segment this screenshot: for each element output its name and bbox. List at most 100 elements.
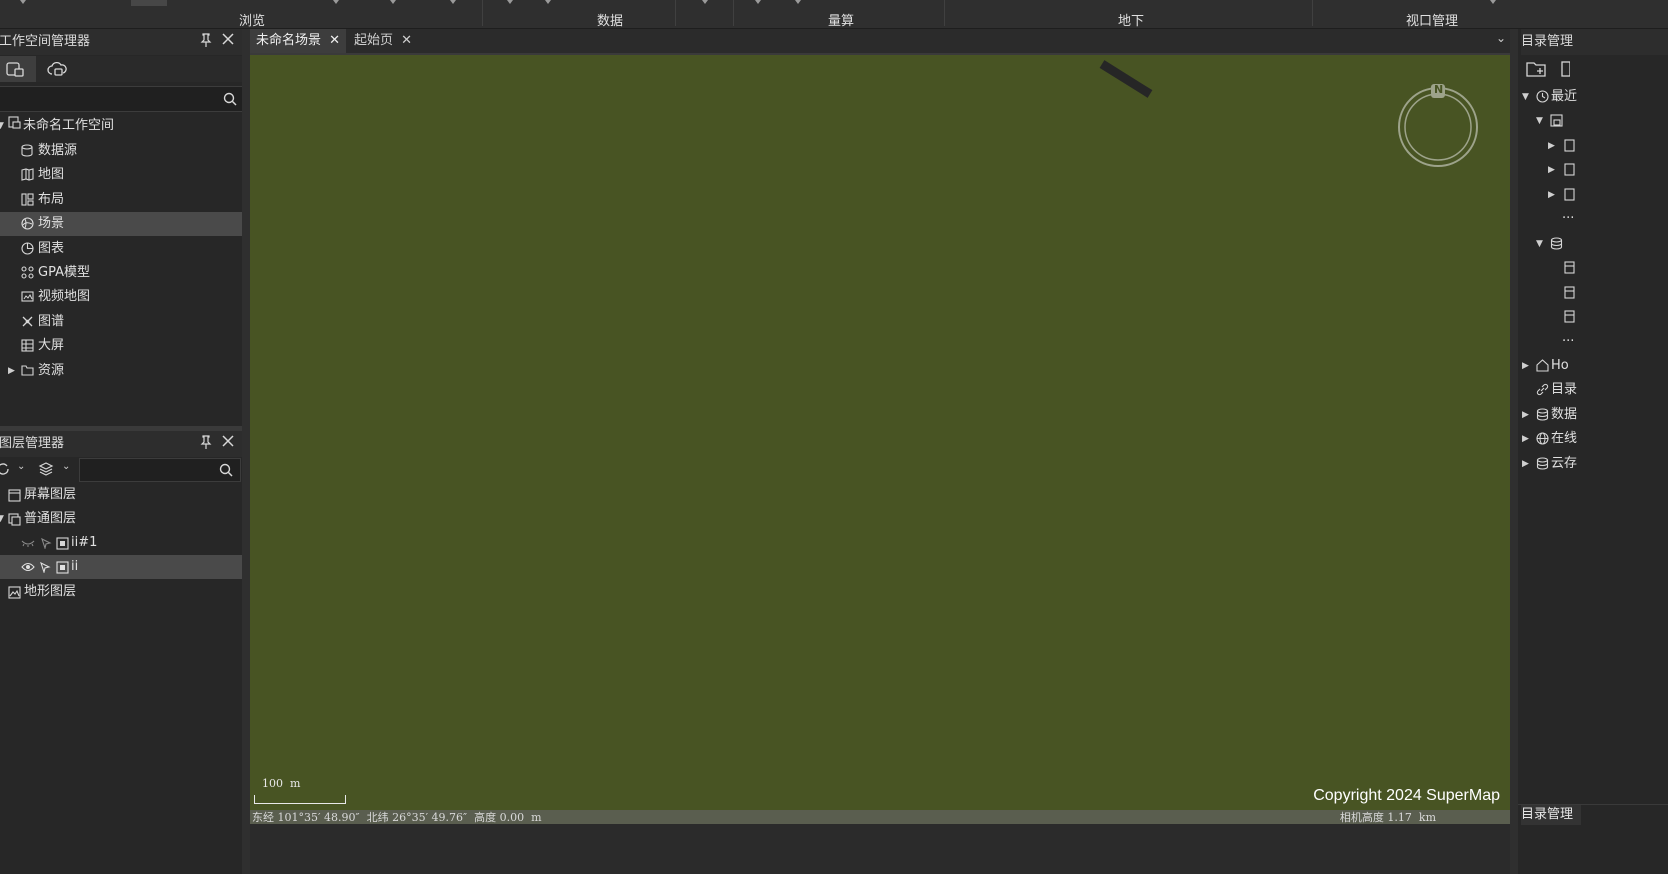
catalog-item[interactable]: ▶ 在线 xyxy=(1518,427,1668,451)
catalog-item[interactable] xyxy=(1518,256,1668,280)
video-map-icon xyxy=(21,290,34,303)
layers-icon[interactable] xyxy=(38,461,54,477)
workspace-search-input[interactable] xyxy=(0,86,243,112)
vertical-splitter[interactable] xyxy=(242,29,250,874)
tab-untitled-scene[interactable]: 未命名场景 ✕ xyxy=(250,29,347,53)
layer-item-terrain[interactable]: 地形图层 xyxy=(0,580,242,604)
scale-bar xyxy=(254,795,346,804)
ribbon-dropdown-arrow[interactable] xyxy=(507,0,513,8)
close-icon[interactable] xyxy=(220,33,236,49)
catalog-item[interactable] xyxy=(1518,305,1668,329)
ribbon-dropdown-arrow[interactable] xyxy=(545,0,551,8)
catalog-item[interactable]: ... xyxy=(1518,207,1668,231)
catalog-item[interactable]: ▶ 数据 xyxy=(1518,403,1668,427)
layer-item-normal[interactable]: ▼ 普通图层 xyxy=(0,507,242,531)
workspace-item[interactable]: GPA模型 xyxy=(0,261,242,285)
search-icon[interactable] xyxy=(223,92,237,106)
catalog-item[interactable]: ... xyxy=(1518,330,1668,354)
chevron-down-icon[interactable]: ⌄ xyxy=(1496,31,1506,45)
expand-arrow-icon[interactable]: ▶ xyxy=(1522,427,1529,451)
scene-model-object[interactable] xyxy=(1098,60,1154,104)
layer-manager-panel: 图层管理器 ⌄ ⌄ 屏幕图层 ▼ 普通图层 ii#1 ii 地形图层 xyxy=(0,431,242,874)
normal-layer-icon xyxy=(8,513,21,526)
pin-icon[interactable] xyxy=(198,435,214,451)
collapse-arrow-icon[interactable]: ▼ xyxy=(1536,232,1543,256)
expand-arrow-icon[interactable]: ▶ xyxy=(8,359,15,383)
eye-hidden-icon[interactable] xyxy=(21,538,35,548)
workspace-tab[interactable] xyxy=(0,56,36,82)
ribbon-dropdown-arrow[interactable] xyxy=(702,0,708,8)
expand-arrow-icon[interactable]: ▶ xyxy=(1548,134,1555,158)
workspace-item[interactable]: 地图 xyxy=(0,163,242,187)
catalog-item[interactable]: ▼ 最近 xyxy=(1518,85,1668,109)
database-icon xyxy=(1550,237,1563,250)
folder-icon xyxy=(21,364,34,377)
selectable-icon[interactable] xyxy=(40,537,52,549)
expand-arrow-icon[interactable]: ▶ xyxy=(1548,183,1555,207)
selectable-icon[interactable] xyxy=(39,561,51,573)
expand-arrow-icon[interactable]: ▶ xyxy=(1522,403,1529,427)
workspace-item[interactable]: 视频地图 xyxy=(0,285,242,309)
catalog-bottom-tab[interactable]: 目录管理 xyxy=(1521,805,1581,825)
tab-start-page[interactable]: 起始页 ✕ xyxy=(348,29,418,53)
workspace-item[interactable]: 大屏 xyxy=(0,334,242,358)
cloud-workspace-tab[interactable] xyxy=(44,56,70,82)
collapse-arrow-icon[interactable]: ▼ xyxy=(1536,109,1543,133)
catalog-item[interactable]: ▶ xyxy=(1518,183,1668,207)
clock-icon xyxy=(1536,90,1549,103)
catalog-item-label: Ho xyxy=(1551,357,1569,373)
catalog-item[interactable] xyxy=(1518,281,1668,305)
workspace-item[interactable]: 场景 xyxy=(0,212,242,237)
chevron-down-icon[interactable]: ⌄ xyxy=(17,461,25,472)
refresh-icon[interactable] xyxy=(0,462,10,476)
workspace-item[interactable]: 图谱 xyxy=(0,310,242,334)
ribbon-dropdown-arrow[interactable] xyxy=(390,0,396,8)
collapse-arrow-icon[interactable]: ▼ xyxy=(0,114,4,138)
catalog-item-label: 在线 xyxy=(1551,431,1578,447)
new-folder-icon[interactable] xyxy=(1526,60,1548,78)
catalog-item[interactable]: 目录 xyxy=(1518,378,1668,402)
expand-arrow-icon[interactable]: ▶ xyxy=(1522,452,1529,476)
vertical-splitter[interactable] xyxy=(1510,29,1518,874)
bottom-filler xyxy=(250,824,1510,874)
file-icon[interactable] xyxy=(1560,61,1570,77)
workspace-item[interactable]: 布局 xyxy=(0,188,242,212)
layer-item-ii[interactable]: ii xyxy=(0,555,242,579)
catalog-item[interactable]: ▼ xyxy=(1518,109,1668,133)
layer-item-ii1[interactable]: ii#1 xyxy=(0,531,242,555)
collapse-arrow-icon[interactable]: ▼ xyxy=(0,507,4,531)
compass[interactable]: N xyxy=(1396,83,1480,169)
expand-arrow-icon[interactable]: ▶ xyxy=(1548,158,1555,182)
close-icon[interactable] xyxy=(220,435,236,451)
ribbon-dropdown-arrow[interactable] xyxy=(20,0,26,8)
workspace-item-label: GPA模型 xyxy=(38,265,90,280)
catalog-item[interactable]: ▶ xyxy=(1518,134,1668,158)
layer-item-screen[interactable]: 屏幕图层 xyxy=(0,483,242,507)
workspace-item[interactable]: 图表 xyxy=(0,237,242,261)
catalog-item[interactable]: ▶ Ho xyxy=(1518,354,1668,378)
scene-viewport[interactable]: N 100 m Copyright 2024 SuperMap xyxy=(250,55,1510,810)
catalog-item[interactable]: ▼ xyxy=(1518,232,1668,256)
catalog-item[interactable]: ▶ 云存 xyxy=(1518,452,1668,476)
search-icon[interactable] xyxy=(219,463,233,477)
ribbon-dropdown-arrow[interactable] xyxy=(333,0,339,8)
ribbon-dropdown-arrow[interactable] xyxy=(1490,0,1496,8)
ribbon-dropdown-arrow[interactable] xyxy=(795,0,801,8)
ribbon: 浏览 数据 量算 地下 视口管理 xyxy=(0,0,1668,29)
close-icon[interactable]: ✕ xyxy=(329,33,340,48)
workspace-item[interactable]: ▶ 资源 xyxy=(0,359,242,383)
catalog-item[interactable]: ▶ xyxy=(1518,158,1668,182)
collapse-arrow-icon[interactable]: ▼ xyxy=(1522,85,1529,109)
catalog-item-label: 最近 xyxy=(1551,89,1578,104)
expand-arrow-icon[interactable]: ▶ xyxy=(1522,354,1529,378)
ribbon-dropdown-arrow[interactable] xyxy=(755,0,761,8)
chevron-down-icon[interactable]: ⌄ xyxy=(62,461,70,472)
pin-icon[interactable] xyxy=(198,33,214,49)
workspace-root-node[interactable]: ▼ 未命名工作空间 xyxy=(0,114,242,138)
close-icon[interactable]: ✕ xyxy=(401,33,412,48)
eye-icon[interactable] xyxy=(21,562,35,572)
workspace-item[interactable]: 数据源 xyxy=(0,139,242,163)
compass-north-label: N xyxy=(1434,83,1444,96)
ribbon-dropdown-arrow[interactable] xyxy=(450,0,456,8)
layer-search-input[interactable] xyxy=(79,458,241,482)
